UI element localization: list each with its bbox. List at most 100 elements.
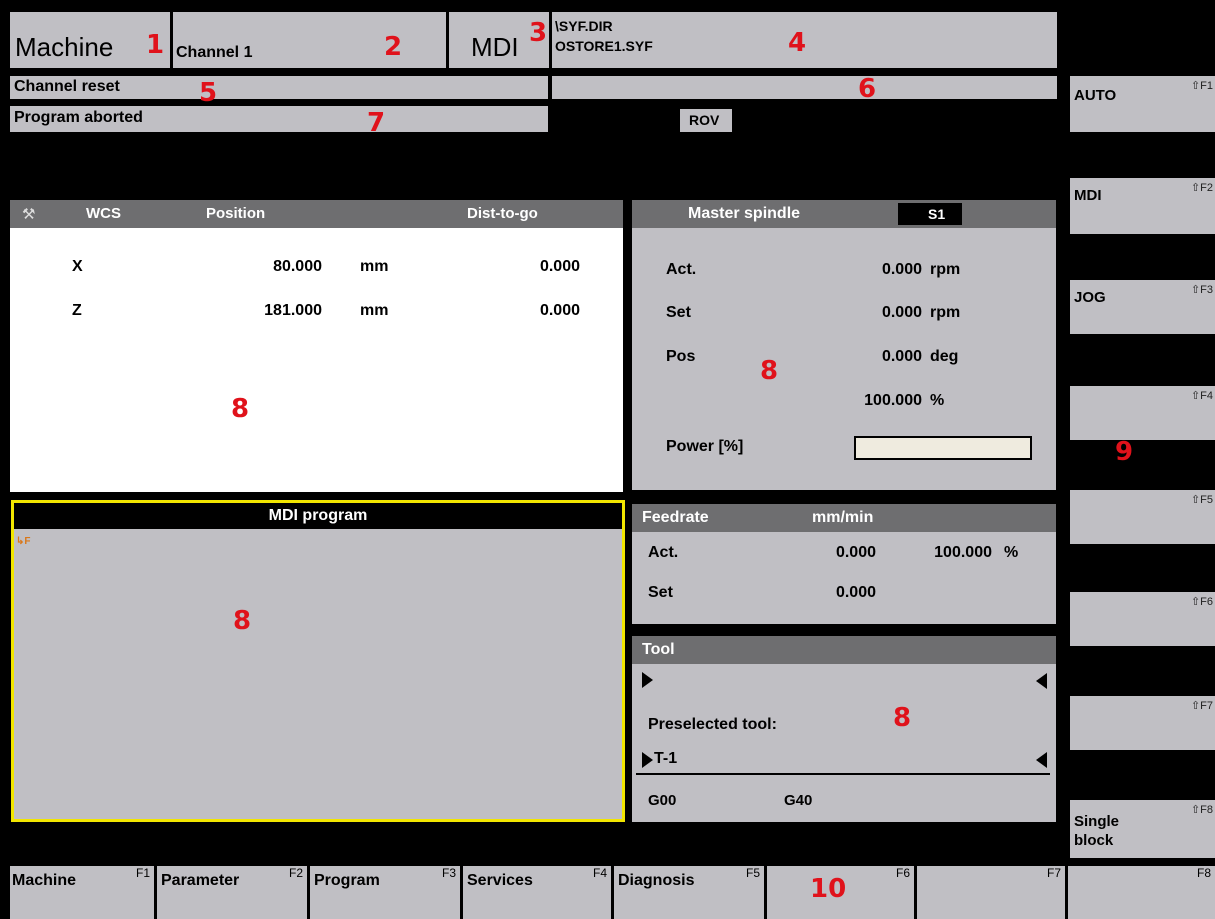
callout-8-mdi: 8 [233, 606, 252, 636]
program-status-text: Program aborted [14, 109, 143, 126]
softkey-key: ⇧F4 [1190, 390, 1213, 402]
channel-label: Channel 1 [176, 44, 253, 61]
gcode-g00: G00 [648, 792, 677, 809]
softkey-label: Services [467, 872, 533, 889]
axis-name: X [72, 258, 83, 275]
axis-position: 80.000 [273, 258, 322, 275]
program-path-file: OSTORE1.SYF [555, 38, 653, 54]
tool-current-marker-left [1036, 673, 1047, 689]
softkey-key: ⇧F8 [1190, 804, 1213, 816]
softkey-key: F4 [592, 866, 607, 880]
softkey-label: JOG [1074, 289, 1106, 306]
spindle-set-value: 0.000 [881, 304, 922, 321]
rov-indicator: ROV [680, 109, 732, 132]
rov-label: ROV [689, 112, 720, 128]
axis-unit: mm [360, 258, 389, 275]
softkey-services[interactable]: Services F4 [463, 866, 611, 919]
mdi-program-title: MDI program [268, 507, 368, 524]
tool-preselected-marker-right [642, 752, 653, 768]
softkey-auto[interactable]: AUTO ⇧F1 [1070, 76, 1215, 132]
softkey-f6[interactable]: ⇧F6 [1070, 592, 1215, 646]
softkey-f4[interactable]: ⇧F4 [1070, 386, 1215, 440]
spindle-override-value: 100.000 [864, 392, 922, 409]
spindle-pos-value: 0.000 [881, 348, 922, 365]
feed-act-value: 0.000 [835, 544, 876, 561]
softkey-key: ⇧F7 [1190, 700, 1213, 712]
softkey-label: MDI [1074, 187, 1102, 204]
tool-panel: Tool Preselected tool: T-1 G00 G40 [632, 636, 1056, 822]
callout-1: 1 [146, 30, 165, 60]
axis-name: Z [72, 302, 82, 319]
axis-dist-to-go: 0.000 [539, 302, 580, 319]
cursor-icon: ↳F [16, 536, 31, 547]
mdi-program-panel[interactable]: MDI program ↳F [11, 500, 625, 822]
feed-override-unit: % [1004, 544, 1019, 561]
callout-6: 6 [858, 74, 877, 104]
spindle-id: S1 [928, 206, 946, 222]
spindle-pos-label: Pos [666, 348, 696, 365]
softkey-program[interactable]: Program F3 [310, 866, 460, 919]
softkey-key: ⇧F1 [1190, 80, 1213, 92]
channel-field: Channel 1 [173, 12, 446, 68]
softkey-key: F7 [1046, 866, 1061, 880]
tool-header: Tool [632, 636, 1056, 664]
softkey-label: Program [314, 872, 380, 889]
softkey-mdi[interactable]: MDI ⇧F2 [1070, 178, 1215, 234]
softkey-machine[interactable]: Machine F1 [10, 866, 154, 919]
softkey-label: Machine [12, 872, 77, 889]
wcs-panel: ⚒ WCS Position Dist-to-go X 80.000 mm 0.… [10, 200, 623, 492]
callout-10: 10 [810, 874, 847, 904]
spindle-set-label: Set [666, 304, 691, 321]
spindle-panel-header: Master spindle S1 [632, 200, 1056, 228]
wcs-icon: ⚒ [22, 206, 36, 223]
softkey-jog[interactable]: JOG ⇧F3 [1070, 280, 1215, 334]
softkey-label: Diagnosis [618, 872, 695, 889]
alarm-message-field [552, 76, 1057, 99]
spindle-pos-unit: deg [930, 348, 959, 365]
softkey-parameter[interactable]: Parameter F2 [157, 866, 307, 919]
softkey-label: Parameter [161, 872, 240, 889]
softkey-single-block[interactable]: Single block ⇧F8 [1070, 800, 1215, 858]
softkey-f5[interactable]: ⇧F5 [1070, 490, 1215, 544]
col-wcs: WCS [86, 205, 121, 222]
spindle-set-unit: rpm [930, 304, 961, 321]
softkey-key: ⇧F2 [1190, 182, 1213, 194]
power-bar [854, 436, 1032, 460]
spindle-act-label: Act. [666, 261, 697, 278]
tool-divider [636, 773, 1050, 775]
feed-set-value: 0.000 [835, 584, 876, 601]
softkey-label: Single block [1074, 813, 1120, 849]
axis-unit: mm [360, 302, 389, 319]
softkey-f7-bottom[interactable]: F7 [917, 866, 1065, 919]
gcode-g40: G40 [784, 792, 813, 809]
softkey-diagnosis[interactable]: Diagnosis F5 [614, 866, 764, 919]
softkey-f7[interactable]: ⇧F7 [1070, 696, 1215, 750]
tool-preselected: T-1 [654, 750, 678, 767]
callout-4: 4 [788, 28, 807, 58]
feedrate-panel: Feedrate mm/min Act. 0.000 100.000 % Set… [632, 504, 1056, 624]
softkey-label: AUTO [1074, 87, 1117, 104]
axis-dist-to-go: 0.000 [539, 258, 580, 275]
callout-2: 2 [384, 32, 403, 62]
feed-act-label: Act. [648, 544, 679, 561]
axis-position: 181.000 [264, 302, 322, 319]
softkey-key: ⇧F3 [1190, 284, 1213, 296]
softkey-key: F6 [895, 866, 910, 880]
power-label: Power [%] [666, 438, 744, 455]
softkey-f8-bottom[interactable]: F8 [1068, 866, 1215, 919]
mdi-program-header: MDI program [14, 503, 622, 529]
callout-7: 7 [367, 108, 386, 138]
tool-title: Tool [642, 641, 675, 658]
softkey-key: F2 [288, 866, 303, 880]
spindle-override-unit: % [930, 392, 945, 409]
area-label: Machine [15, 32, 114, 62]
mode-label: MDI [471, 32, 519, 62]
feed-override-value: 100.000 [934, 544, 992, 561]
program-status-field: Program aborted [10, 106, 548, 132]
wcs-panel-header: ⚒ WCS Position Dist-to-go [10, 200, 623, 228]
feedrate-unit: mm/min [812, 509, 874, 526]
preselected-label: Preselected tool: [648, 716, 777, 733]
col-position: Position [206, 205, 266, 222]
tool-current-marker-right [642, 672, 653, 688]
feedrate-title: Feedrate [642, 509, 709, 526]
